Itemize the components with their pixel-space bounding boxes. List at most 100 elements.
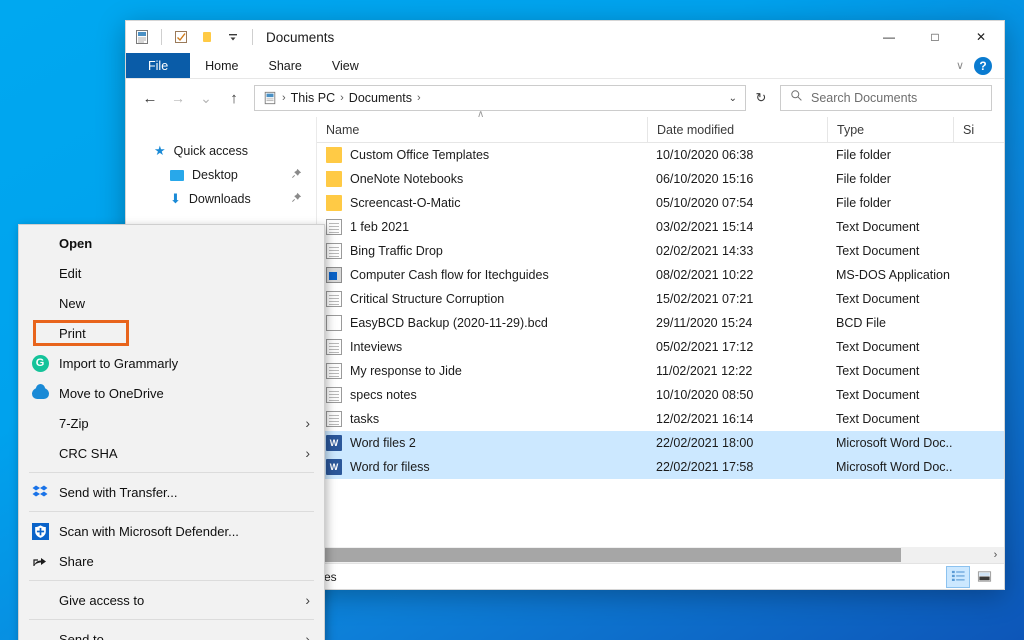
file-type-cell: Text Document xyxy=(836,388,920,402)
recent-locations-button[interactable]: ⌄ xyxy=(194,86,218,110)
breadcrumb-item-documents[interactable]: Documents xyxy=(349,91,412,105)
column-header-type[interactable]: Type xyxy=(827,116,953,143)
menu-item-send-to[interactable]: Send to › xyxy=(19,624,324,640)
pinned-star-icon: ★ xyxy=(154,143,166,158)
table-row[interactable]: 1 feb 2021 03/02/2021 15:14 Text Document xyxy=(317,215,1004,239)
large-icons-view-icon[interactable] xyxy=(972,566,996,588)
sidebar-item-label: Desktop xyxy=(192,168,238,182)
blank-icon xyxy=(326,315,342,331)
menu-item-open[interactable]: Open xyxy=(19,228,324,258)
file-date-cell: 03/02/2021 15:14 xyxy=(656,220,754,234)
menu-item-crc-sha[interactable]: CRC SHA › xyxy=(19,438,324,468)
table-row[interactable]: Critical Structure Corruption 15/02/2021 … xyxy=(317,287,1004,311)
folder-icon xyxy=(326,195,342,211)
file-date-cell: 10/10/2020 08:50 xyxy=(656,388,754,402)
txt-icon xyxy=(326,411,342,427)
table-row[interactable]: Bing Traffic Drop 02/02/2021 14:33 Text Do… xyxy=(317,239,1004,263)
breadcrumb-separator-1: › xyxy=(282,92,286,104)
breadcrumb[interactable]: › This PC › Documents › ⌄ xyxy=(254,85,746,111)
file-type-cell: File folder xyxy=(836,172,891,186)
horizontal-scrollbar[interactable]: › xyxy=(317,547,1004,563)
tab-home[interactable]: Home xyxy=(190,53,253,78)
menu-item-edit[interactable]: Edit xyxy=(19,258,324,288)
menu-item-share[interactable]: Share xyxy=(19,546,324,576)
file-name-cell: W Word files 2 xyxy=(317,435,647,451)
chevron-down-icon[interactable]: ∨ xyxy=(956,59,964,72)
file-type-cell: Microsoft Word Doc... xyxy=(836,460,953,474)
menu-item-import-to-grammarly[interactable]: G Import to Grammarly xyxy=(19,348,324,378)
table-row[interactable]: Computer Cash flow for Itechguides 08/02/… xyxy=(317,263,1004,287)
table-row[interactable]: Inteviews 05/02/2021 17:12 Text Document xyxy=(317,335,1004,359)
file-name-label: Inteviews xyxy=(350,340,403,354)
downloads-icon: ⬇ xyxy=(170,191,181,206)
file-type-cell: Text Document xyxy=(836,292,920,306)
up-button[interactable]: ↑ xyxy=(222,86,246,110)
forward-button[interactable]: → xyxy=(166,86,190,110)
properties-icon[interactable] xyxy=(171,27,191,47)
tab-share[interactable]: Share xyxy=(254,53,317,78)
sidebar-item-downloads[interactable]: ⬇ Downloads xyxy=(126,187,316,211)
menu-item-print[interactable]: Print xyxy=(19,318,324,348)
file-name-label: Screencast-O-Matic xyxy=(350,196,461,210)
minimize-button[interactable]: — xyxy=(866,21,912,53)
sidebar-item-desktop[interactable]: Desktop xyxy=(126,163,316,187)
file-type-cell: File folder xyxy=(836,196,891,210)
table-row[interactable]: specs notes 10/10/2020 08:50 Text Document xyxy=(317,383,1004,407)
table-row[interactable]: EasyBCD Backup (2020-11-29).bcd 29/11/202… xyxy=(317,311,1004,335)
table-row[interactable]: OneNote Notebooks 06/10/2020 15:16 File fo… xyxy=(317,167,1004,191)
file-name-label: Computer Cash flow for Itechguides xyxy=(350,268,549,282)
scroll-right-button[interactable]: › xyxy=(987,549,1004,561)
tab-view[interactable]: View xyxy=(317,53,374,78)
menu-item-send-with-transfer[interactable]: Send with Transfer... xyxy=(19,477,324,507)
txt-icon xyxy=(326,363,342,379)
documents-icon[interactable] xyxy=(132,27,152,47)
close-button[interactable]: ✕ xyxy=(958,21,1004,53)
menu-item-label: CRC SHA xyxy=(59,445,118,461)
details-view-icon[interactable] xyxy=(946,565,970,588)
menu-item-label: Move to OneDrive xyxy=(59,385,164,401)
search-input[interactable]: Search Documents xyxy=(780,85,992,111)
table-row[interactable]: W Word files 2 22/02/2021 18:00 Microsoft W… xyxy=(317,431,1004,455)
title-bar: Documents — □ ✕ xyxy=(126,21,1004,53)
file-date-cell: 10/10/2020 06:38 xyxy=(656,148,754,162)
breadcrumb-item-this-pc[interactable]: This PC xyxy=(291,91,335,105)
file-type-cell: BCD File xyxy=(836,316,887,330)
tab-file[interactable]: File xyxy=(126,53,191,78)
file-type-cell: Text Document xyxy=(836,340,920,354)
file-type-cell: File folder xyxy=(836,148,891,162)
menu-item-scan-with-microsoft-defender[interactable]: Scan with Microsoft Defender... xyxy=(19,516,324,546)
menu-item-move-to-onedrive[interactable]: Move to OneDrive xyxy=(19,378,324,408)
pin-icon[interactable] xyxy=(291,168,302,182)
file-date-cell: 12/02/2021 16:14 xyxy=(656,412,754,426)
file-name-cell: EasyBCD Backup (2020-11-29).bcd xyxy=(317,315,647,331)
breadcrumb-dropdown-icon[interactable]: ⌄ xyxy=(729,93,737,104)
view-buttons xyxy=(946,565,996,588)
scrollbar-thumb[interactable] xyxy=(318,548,901,562)
txt-icon xyxy=(326,291,342,307)
table-row[interactable]: Custom Office Templates 10/10/2020 06:38 F… xyxy=(317,143,1004,167)
back-button[interactable]: ← xyxy=(138,86,162,110)
menu-item-give-access-to[interactable]: Give access to › xyxy=(19,585,324,615)
column-header-size[interactable]: Si xyxy=(953,116,1004,143)
breadcrumb-root-icon xyxy=(263,91,277,105)
table-row[interactable]: My response to Jide 11/02/2021 12:22 Text … xyxy=(317,359,1004,383)
menu-item-new[interactable]: New xyxy=(19,288,324,318)
table-row[interactable]: Screencast-O-Matic 05/10/2020 07:54 File f… xyxy=(317,191,1004,215)
menu-item-label: Send with Transfer... xyxy=(59,484,178,500)
column-header-date-modified[interactable]: Date modified xyxy=(647,116,827,143)
maximize-button[interactable]: □ xyxy=(912,21,958,53)
new-folder-icon[interactable] xyxy=(197,27,217,47)
menu-item-label: New xyxy=(59,295,86,311)
customize-caret-icon[interactable] xyxy=(223,27,243,47)
column-header-name[interactable]: Name xyxy=(317,117,647,143)
pin-icon[interactable] xyxy=(291,192,302,206)
help-icon[interactable]: ? xyxy=(974,56,992,75)
file-date-cell: 08/02/2021 10:22 xyxy=(656,268,754,282)
table-row[interactable]: tasks 12/02/2021 16:14 Text Document xyxy=(317,407,1004,431)
menu-item-7-zip[interactable]: 7-Zip › xyxy=(19,408,324,438)
sidebar-item-quick-access[interactable]: ★ Quick access xyxy=(126,139,316,163)
refresh-button[interactable]: ↻ xyxy=(750,86,772,110)
table-row[interactable]: W Word for filess 22/02/2021 17:58 Microsof… xyxy=(317,455,1004,479)
menu-item-label: Give access to xyxy=(59,592,145,608)
file-name-label: Critical Structure Corruption xyxy=(350,292,505,306)
